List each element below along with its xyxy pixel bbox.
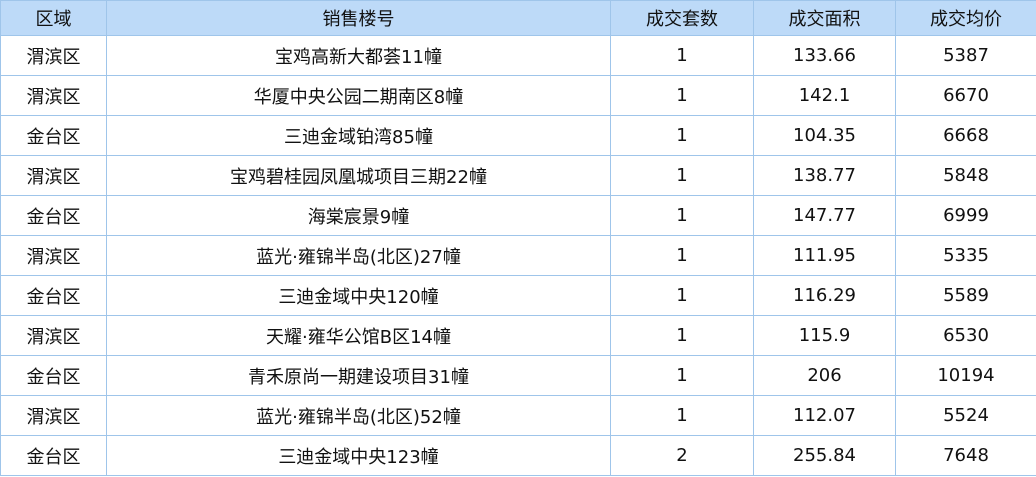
cell-units: 1: [610, 235, 754, 276]
table-row: 金台区 海棠宸景9幢 1 147.77 6999: [0, 195, 1036, 236]
cell-district: 渭滨区: [0, 75, 107, 116]
cell-avg-price: 6999: [895, 195, 1036, 236]
cell-avg-price: 5848: [895, 155, 1036, 196]
cell-units: 1: [610, 315, 754, 356]
cell-avg-price: 5524: [895, 395, 1036, 436]
header-units: 成交套数: [610, 0, 754, 36]
cell-building: 宝鸡碧桂园凤凰城项目三期22幢: [106, 155, 611, 196]
cell-district: 渭滨区: [0, 235, 107, 276]
cell-area: 111.95: [753, 235, 896, 276]
cell-district: 渭滨区: [0, 315, 107, 356]
cell-units: 1: [610, 395, 754, 436]
cell-units: 1: [610, 275, 754, 316]
cell-area: 116.29: [753, 275, 896, 316]
cell-building: 三迪金域中央120幢: [106, 275, 611, 316]
cell-area: 255.84: [753, 435, 896, 476]
header-building: 销售楼号: [106, 0, 611, 36]
header-district: 区域: [0, 0, 107, 36]
cell-avg-price: 10194: [895, 355, 1036, 396]
cell-district: 金台区: [0, 435, 107, 476]
cell-units: 1: [610, 115, 754, 156]
cell-area: 206: [753, 355, 896, 396]
cell-avg-price: 6530: [895, 315, 1036, 356]
cell-units: 1: [610, 195, 754, 236]
header-area: 成交面积: [753, 0, 896, 36]
cell-units: 1: [610, 355, 754, 396]
table-row: 金台区 青禾原尚一期建设项目31幢 1 206 10194: [0, 355, 1036, 396]
table-row: 金台区 三迪金域中央123幢 2 255.84 7648: [0, 435, 1036, 476]
cell-building: 华厦中央公园二期南区8幢: [106, 75, 611, 116]
cell-area: 147.77: [753, 195, 896, 236]
cell-avg-price: 5589: [895, 275, 1036, 316]
table-row: 渭滨区 宝鸡碧桂园凤凰城项目三期22幢 1 138.77 5848: [0, 155, 1036, 196]
sales-table: 区域 销售楼号 成交套数 成交面积 成交均价 渭滨区 宝鸡高新大都荟11幢 1 133…: [0, 0, 1036, 476]
table-row: 金台区 三迪金域中央120幢 1 116.29 5589: [0, 275, 1036, 316]
table-body: 渭滨区 宝鸡高新大都荟11幢 1 133.66 5387 渭滨区 华厦中央公园二期南区8幢 1…: [0, 35, 1036, 476]
cell-building: 青禾原尚一期建设项目31幢: [106, 355, 611, 396]
header-avg-price: 成交均价: [895, 0, 1036, 36]
table-row: 渭滨区 宝鸡高新大都荟11幢 1 133.66 5387: [0, 35, 1036, 76]
cell-district: 渭滨区: [0, 155, 107, 196]
cell-units: 2: [610, 435, 754, 476]
cell-avg-price: 5387: [895, 35, 1036, 76]
cell-building: 宝鸡高新大都荟11幢: [106, 35, 611, 76]
cell-avg-price: 5335: [895, 235, 1036, 276]
cell-building: 三迪金域铂湾85幢: [106, 115, 611, 156]
cell-area: 112.07: [753, 395, 896, 436]
cell-units: 1: [610, 155, 754, 196]
cell-units: 1: [610, 75, 754, 116]
cell-district: 金台区: [0, 275, 107, 316]
cell-avg-price: 6668: [895, 115, 1036, 156]
table-row: 渭滨区 华厦中央公园二期南区8幢 1 142.1 6670: [0, 75, 1036, 116]
table-header-row: 区域 销售楼号 成交套数 成交面积 成交均价: [0, 0, 1036, 36]
cell-district: 金台区: [0, 115, 107, 156]
cell-district: 金台区: [0, 355, 107, 396]
cell-building: 蓝光·雍锦半岛(北区)27幢: [106, 235, 611, 276]
cell-area: 142.1: [753, 75, 896, 116]
cell-district: 渭滨区: [0, 35, 107, 76]
cell-avg-price: 7648: [895, 435, 1036, 476]
cell-building: 海棠宸景9幢: [106, 195, 611, 236]
cell-building: 蓝光·雍锦半岛(北区)52幢: [106, 395, 611, 436]
table-row: 渭滨区 天耀·雍华公馆B区14幢 1 115.9 6530: [0, 315, 1036, 356]
table-row: 渭滨区 蓝光·雍锦半岛(北区)27幢 1 111.95 5335: [0, 235, 1036, 276]
cell-building: 三迪金域中央123幢: [106, 435, 611, 476]
cell-area: 133.66: [753, 35, 896, 76]
table-row: 金台区 三迪金域铂湾85幢 1 104.35 6668: [0, 115, 1036, 156]
cell-area: 115.9: [753, 315, 896, 356]
cell-district: 金台区: [0, 195, 107, 236]
cell-district: 渭滨区: [0, 395, 107, 436]
cell-avg-price: 6670: [895, 75, 1036, 116]
cell-units: 1: [610, 35, 754, 76]
cell-area: 138.77: [753, 155, 896, 196]
cell-area: 104.35: [753, 115, 896, 156]
table-row: 渭滨区 蓝光·雍锦半岛(北区)52幢 1 112.07 5524: [0, 395, 1036, 436]
cell-building: 天耀·雍华公馆B区14幢: [106, 315, 611, 356]
